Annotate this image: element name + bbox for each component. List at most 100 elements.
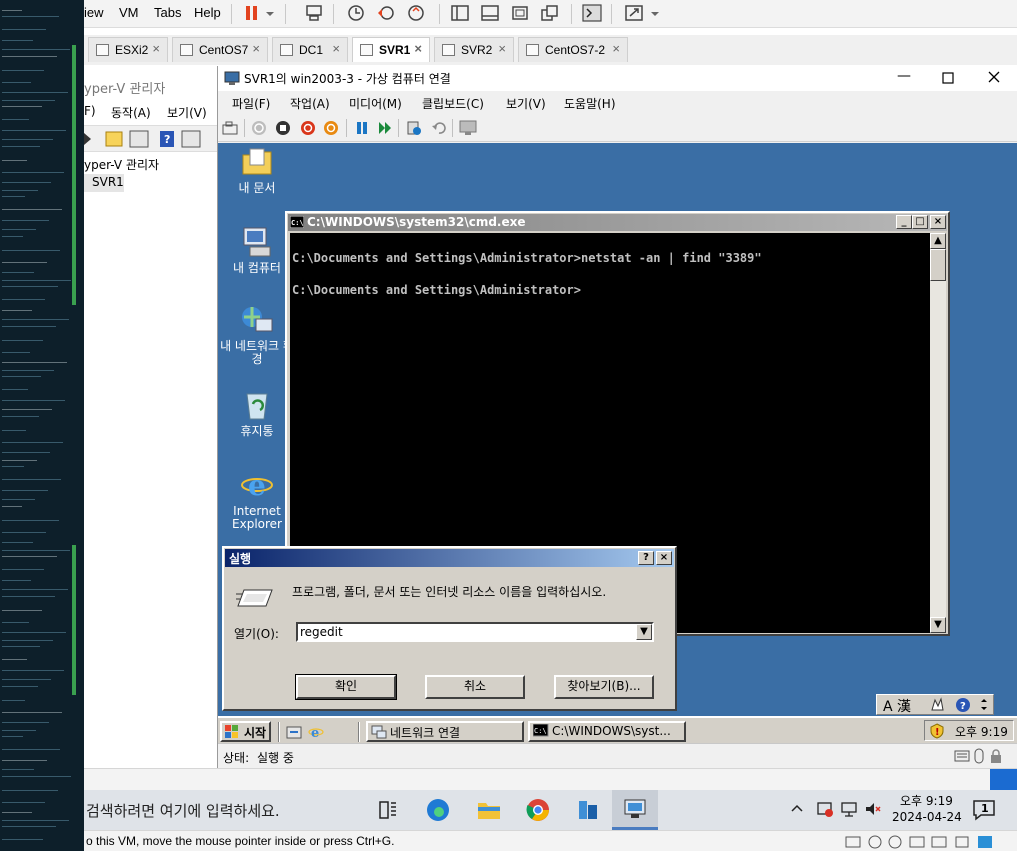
maximize-button[interactable]: [936, 68, 960, 88]
vm-menu-action[interactable]: 작업(A): [290, 95, 330, 112]
minimize-button[interactable]: —: [892, 68, 916, 88]
notification-center[interactable]: 1: [972, 798, 996, 822]
chevron-down-icon[interactable]: [649, 4, 661, 22]
open-input[interactable]: regedit: [300, 625, 343, 639]
close-button[interactable]: ×: [930, 215, 946, 229]
menu-view[interactable]: iew: [84, 5, 104, 20]
ime-pad-icon[interactable]: [929, 696, 945, 713]
revert-snapshot-icon[interactable]: [376, 4, 396, 22]
vm-menu-help[interactable]: 도움말(H): [564, 95, 616, 112]
cancel-button[interactable]: 취소: [425, 675, 525, 699]
task-view-icon[interactable]: [377, 799, 399, 821]
reset-icon[interactable]: [377, 120, 393, 136]
menu-tabs[interactable]: Tabs: [154, 5, 181, 20]
network-icon[interactable]: [840, 800, 858, 818]
browse-button[interactable]: 찾아보기(B)...: [554, 675, 654, 699]
search-box[interactable]: 검색하려면 여기에 입력하세요.: [86, 800, 280, 821]
device-status-icons[interactable]: [844, 834, 994, 850]
chevron-down-icon[interactable]: ▼: [636, 624, 652, 640]
options-icon[interactable]: [978, 696, 990, 713]
tab-esxi2[interactable]: ESXi2 ×: [88, 37, 168, 62]
tab-svr1[interactable]: SVR1 ×: [352, 37, 430, 62]
sidebar-toggle-icon[interactable]: [450, 4, 470, 22]
checkpoint-icon[interactable]: [406, 120, 422, 136]
security-alert-icon[interactable]: [816, 800, 834, 818]
save-state-icon[interactable]: [323, 120, 339, 136]
edge-icon[interactable]: [425, 797, 451, 823]
vm-menu-clipboard[interactable]: 클립보드(C): [422, 95, 484, 112]
chevron-up-icon[interactable]: [790, 801, 804, 815]
revert-icon[interactable]: [431, 120, 447, 136]
cmd-titlebar[interactable]: C:\ C:\WINDOWS\system32\cmd.exe _ □ ×: [288, 214, 947, 231]
close-icon[interactable]: ×: [498, 41, 506, 56]
hv-menu-file[interactable]: F): [84, 104, 96, 118]
close-icon[interactable]: ×: [152, 41, 160, 56]
close-icon[interactable]: ×: [332, 41, 340, 56]
tab-dc1[interactable]: DC1 ×: [272, 37, 348, 62]
shutdown-icon[interactable]: [300, 120, 316, 136]
help-button[interactable]: ?: [638, 551, 654, 565]
turn-off-icon[interactable]: [275, 120, 291, 136]
scroll-up-arrow-icon[interactable]: ▲: [930, 233, 946, 249]
chrome-icon[interactable]: [525, 797, 551, 823]
taskbar-item-network-connections[interactable]: 네트워크 연결: [366, 721, 524, 742]
open-combobox[interactable]: regedit ▼: [296, 622, 654, 642]
vm-menu-media[interactable]: 미디어(M): [349, 95, 402, 112]
full-screen-icon[interactable]: [510, 4, 530, 22]
desktop-icon-my-documents[interactable]: 내 문서: [220, 145, 294, 195]
host-date[interactable]: 2024-04-24: [892, 810, 962, 824]
vm-menu-view[interactable]: 보기(V): [506, 95, 546, 112]
security-shield-icon[interactable]: !: [929, 723, 945, 739]
hv-menu-view[interactable]: 보기(V): [167, 104, 207, 121]
guest-desktop[interactable]: 내 문서 내 컴퓨터 내 네트워크 환경 휴지통 e Internet Expl…: [218, 143, 1017, 743]
pause-icon[interactable]: [242, 4, 262, 22]
send-ctrl-alt-del-icon[interactable]: [304, 4, 324, 22]
close-icon[interactable]: ×: [414, 41, 422, 56]
host-time[interactable]: 오후 9:19: [900, 792, 953, 809]
close-icon[interactable]: ×: [252, 41, 260, 56]
unity-icon[interactable]: [540, 4, 560, 22]
hv-tree-item-svr1[interactable]: SVR1: [84, 174, 124, 192]
close-button[interactable]: [982, 68, 1006, 88]
run-dialog[interactable]: 실행 ? × 프로그램, 폴더, 문서 또는 인터넷 리소스 이름을 입력하십시…: [222, 546, 677, 711]
scroll-down-arrow-icon[interactable]: ▼: [930, 617, 946, 633]
volume-muted-icon[interactable]: [864, 800, 882, 818]
taskbar-item-cmd[interactable]: C:\ C:\WINDOWS\syst...: [528, 721, 686, 742]
run-dialog-titlebar[interactable]: 실행 ? ×: [225, 549, 674, 567]
help-icon[interactable]: ?: [955, 697, 971, 713]
pause-icon[interactable]: [354, 120, 370, 136]
internet-explorer-icon[interactable]: e: [308, 724, 324, 740]
enhanced-session-icon[interactable]: [459, 120, 477, 136]
server-manager-icon[interactable]: [575, 797, 601, 823]
hv-tree-root[interactable]: yper-V 관리자: [84, 156, 159, 173]
show-desktop-icon[interactable]: [286, 724, 302, 740]
snapshot-icon[interactable]: [346, 4, 366, 22]
desktop-icon-network-places[interactable]: 내 네트워크 환경: [220, 303, 294, 366]
desktop-icon-internet-explorer[interactable]: e Internet Explorer: [220, 468, 294, 531]
vm-menu-file[interactable]: 파일(F): [232, 95, 270, 112]
scroll-thumb[interactable]: [930, 249, 946, 281]
tab-svr2[interactable]: SVR2 ×: [434, 37, 514, 62]
start-button[interactable]: 시작: [220, 721, 271, 742]
snapshot-manager-icon[interactable]: [406, 4, 426, 22]
tab-centos7-2[interactable]: CentOS7-2 ×: [518, 37, 628, 62]
thumbnail-bar-icon[interactable]: [480, 4, 500, 22]
desktop-icon-my-computer[interactable]: 내 컴퓨터: [220, 225, 294, 275]
cmd-scrollbar[interactable]: ▲ ▼: [930, 233, 946, 633]
menu-help[interactable]: Help: [194, 5, 221, 20]
menu-vm[interactable]: VM: [119, 5, 139, 20]
file-explorer-icon[interactable]: [476, 798, 502, 822]
chevron-down-icon[interactable]: [264, 4, 276, 22]
desktop-icon-recycle-bin[interactable]: 휴지통: [220, 388, 294, 438]
ok-button[interactable]: 확인: [295, 674, 397, 700]
maximize-button[interactable]: □: [912, 215, 928, 229]
ime-mode[interactable]: A 漢: [883, 696, 911, 716]
taskbar-app-hyperv-active[interactable]: [612, 790, 658, 830]
start-vm-icon[interactable]: [251, 120, 267, 136]
close-button[interactable]: ×: [656, 551, 672, 565]
tab-centos7[interactable]: CentOS7 ×: [172, 37, 268, 62]
close-icon[interactable]: ×: [612, 41, 620, 56]
stretch-guest-icon[interactable]: [624, 4, 644, 22]
ctrl-alt-del-icon[interactable]: [222, 120, 238, 136]
minimize-button[interactable]: _: [896, 215, 912, 229]
